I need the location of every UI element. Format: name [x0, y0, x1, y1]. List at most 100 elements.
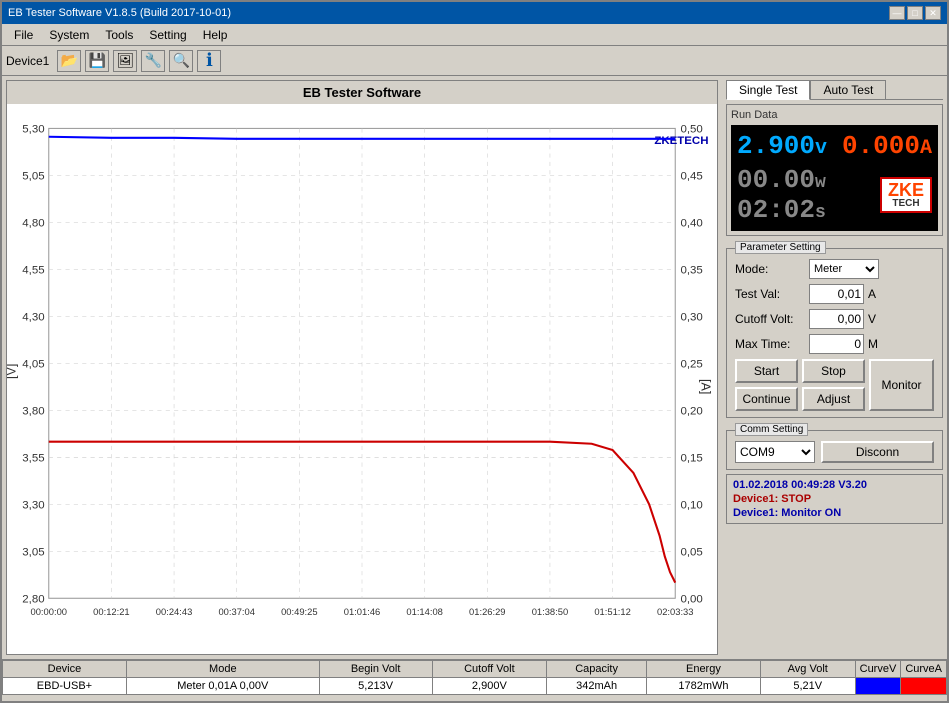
- tab-auto-test[interactable]: Auto Test: [810, 80, 886, 99]
- right-panel: Single Test Auto Test Run Data 2.900v 0.…: [722, 76, 947, 659]
- menu-setting[interactable]: Setting: [141, 26, 194, 44]
- max-time-input[interactable]: [809, 334, 864, 354]
- save-icon[interactable]: 💾: [85, 50, 109, 72]
- status-box: 01.02.2018 00:49:28 V3.20 Device1: STOP …: [726, 474, 943, 524]
- tab-bar: Single Test Auto Test: [726, 80, 943, 100]
- monitor-button[interactable]: Monitor: [869, 359, 934, 411]
- power-logo-row: 00.00w 02:02s ZKE TECH: [737, 165, 932, 225]
- svg-text:4,55: 4,55: [22, 265, 44, 277]
- main-content: EB Tester Software: [2, 76, 947, 659]
- svg-text:01:26:29: 01:26:29: [469, 606, 506, 617]
- zoom-icon[interactable]: 🔍: [169, 50, 193, 72]
- voltage-display: 2.900v: [737, 131, 827, 161]
- data-table: Device Mode Begin Volt Cutoff Volt Capac…: [2, 660, 947, 695]
- col-curve-a: CurveA: [901, 661, 947, 678]
- minimize-button[interactable]: —: [889, 6, 905, 20]
- mode-label: Mode:: [735, 262, 805, 276]
- col-curve-v: CurveV: [855, 661, 901, 678]
- cutoff-volt-unit: V: [868, 312, 888, 326]
- status-line1: 01.02.2018 00:49:28 V3.20: [733, 479, 936, 491]
- svg-text:00:12:21: 00:12:21: [93, 606, 130, 617]
- bottom-bar: Device Mode Begin Volt Cutoff Volt Capac…: [2, 659, 947, 701]
- test-val-unit: A: [868, 287, 888, 301]
- svg-text:00:24:43: 00:24:43: [156, 606, 193, 617]
- svg-text:4,05: 4,05: [22, 359, 44, 371]
- menu-tools[interactable]: Tools: [97, 26, 141, 44]
- window-title: EB Tester Software V1.8.5 (Build 2017-10…: [8, 7, 231, 19]
- svg-text:0,15: 0,15: [680, 452, 702, 464]
- cutoff-volt-row: Cutoff Volt: V: [735, 309, 934, 329]
- svg-text:0,45: 0,45: [680, 171, 702, 183]
- time-display: 02:02s: [737, 195, 826, 225]
- power-display: 00.00w: [737, 165, 826, 195]
- title-bar: EB Tester Software V1.8.5 (Build 2017-10…: [2, 2, 947, 24]
- col-avg-volt: Avg Volt: [760, 661, 855, 678]
- svg-text:2,80: 2,80: [22, 593, 44, 605]
- max-time-label: Max Time:: [735, 337, 805, 351]
- svg-text:02:03:33: 02:03:33: [657, 606, 694, 617]
- col-cutoff-volt: Cutoff Volt: [432, 661, 547, 678]
- test-val-label: Test Val:: [735, 287, 805, 301]
- svg-text:01:38:50: 01:38:50: [532, 606, 568, 617]
- open-icon[interactable]: 📂: [57, 50, 81, 72]
- test-val-input[interactable]: [809, 284, 864, 304]
- svg-text:3,55: 3,55: [22, 452, 44, 464]
- svg-text:00:37:04: 00:37:04: [218, 606, 255, 617]
- chart-area: EB Tester Software: [6, 80, 718, 655]
- close-button[interactable]: ✕: [925, 6, 941, 20]
- maximize-button[interactable]: □: [907, 6, 923, 20]
- continue-button[interactable]: Continue: [735, 387, 798, 411]
- stop-button[interactable]: Stop: [802, 359, 865, 383]
- adjust-button[interactable]: Adjust: [802, 387, 865, 411]
- chart-container: 5,30 5,05 4,80 4,55 4,30 4,05 3,80 3,55 …: [7, 104, 717, 654]
- image-icon[interactable]: 🖼: [113, 50, 137, 72]
- tab-single-test[interactable]: Single Test: [726, 80, 810, 100]
- cell-avg-volt: 5,21V: [760, 678, 855, 695]
- chart-title: EB Tester Software: [7, 81, 717, 104]
- cutoff-volt-input[interactable]: [809, 309, 864, 329]
- device-label: Device1: [6, 54, 49, 68]
- run-data-box: Run Data 2.900v 0.000A 00.00w: [726, 104, 943, 236]
- col-energy: Energy: [646, 661, 760, 678]
- comm-title: Comm Setting: [735, 423, 808, 436]
- comm-row: COM9 COM1 COM2 Disconn: [735, 441, 934, 463]
- menu-help[interactable]: Help: [195, 26, 236, 44]
- param-title: Parameter Setting: [735, 241, 826, 254]
- mode-select[interactable]: Meter CC CP: [809, 259, 879, 279]
- start-button[interactable]: Start: [735, 359, 798, 383]
- info-icon[interactable]: ℹ: [197, 50, 221, 72]
- chart-svg: 5,30 5,05 4,80 4,55 4,30 4,05 3,80 3,55 …: [7, 104, 717, 654]
- menu-system[interactable]: System: [41, 26, 97, 44]
- max-time-row: Max Time: M: [735, 334, 934, 354]
- cell-capacity: 342mAh: [547, 678, 647, 695]
- test-val-row: Test Val: A: [735, 284, 934, 304]
- svg-text:0,30: 0,30: [680, 312, 702, 324]
- svg-text:3,05: 3,05: [22, 546, 44, 558]
- current-display: 0.000A: [842, 131, 932, 161]
- svg-text:[V]: [V]: [7, 364, 18, 379]
- cell-begin-volt: 5,213V: [319, 678, 432, 695]
- svg-text:0,25: 0,25: [680, 359, 702, 371]
- col-device: Device: [3, 661, 127, 678]
- svg-text:0,35: 0,35: [680, 265, 702, 277]
- settings-icon[interactable]: 🔧: [141, 50, 165, 72]
- table-area: Device Mode Begin Volt Cutoff Volt Capac…: [2, 660, 947, 701]
- disconnect-button[interactable]: Disconn: [821, 441, 934, 463]
- title-bar-buttons: — □ ✕: [889, 6, 941, 20]
- svg-text:[A]: [A]: [698, 379, 712, 394]
- svg-text:4,80: 4,80: [22, 218, 44, 230]
- svg-text:0,40: 0,40: [680, 218, 702, 230]
- menu-bar: File System Tools Setting Help: [2, 24, 947, 46]
- menu-file[interactable]: File: [6, 26, 41, 44]
- status-line3: Device1: Monitor ON: [733, 507, 936, 519]
- cell-cutoff-volt: 2,900V: [432, 678, 547, 695]
- svg-text:0,20: 0,20: [680, 406, 702, 418]
- port-select[interactable]: COM9 COM1 COM2: [735, 441, 815, 463]
- cell-mode: Meter 0,01A 0,00V: [126, 678, 319, 695]
- svg-text:3,30: 3,30: [22, 499, 44, 511]
- col-begin-volt: Begin Volt: [319, 661, 432, 678]
- run-data-display: 2.900v 0.000A 00.00w 02:02s: [731, 125, 938, 231]
- cell-energy: 1782mWh: [646, 678, 760, 695]
- main-window: EB Tester Software V1.8.5 (Build 2017-10…: [0, 0, 949, 703]
- cell-curve-v: [855, 678, 901, 695]
